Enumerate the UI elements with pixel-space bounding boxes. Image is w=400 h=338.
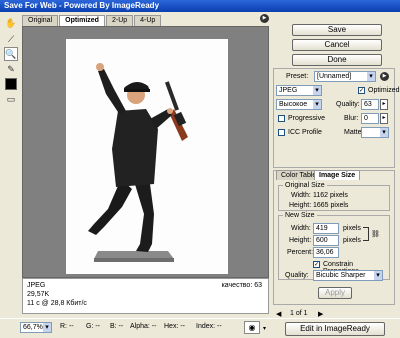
original-height-label: Height: bbox=[289, 202, 312, 209]
save-button[interactable]: Save bbox=[292, 24, 382, 36]
image-size-panel: Color Table Image Size Original Size Wid… bbox=[273, 170, 395, 305]
new-height-label: Height: bbox=[289, 237, 312, 244]
chain-link-icon: ⛓ bbox=[371, 231, 380, 238]
resample-quality-select[interactable]: Bicubic Sharper bbox=[313, 270, 383, 281]
progressive-label: Progressive bbox=[288, 115, 325, 122]
file-format-select[interactable]: JPEG bbox=[276, 85, 322, 96]
page-indicator: 1 of 1 bbox=[290, 310, 308, 317]
original-size-group: Original Size Width: 1162 pixels Height:… bbox=[278, 182, 390, 211]
tab-2-up[interactable]: 2-Up bbox=[105, 15, 134, 26]
quality-slider-arrow-icon[interactable]: ▸ bbox=[380, 99, 388, 110]
new-width-input[interactable]: 419 bbox=[313, 223, 339, 234]
prev-page-button[interactable]: ◀ bbox=[276, 310, 281, 318]
tab-original[interactable]: Original bbox=[22, 15, 59, 26]
compression-quality-select[interactable]: Высокое bbox=[276, 99, 322, 110]
original-width-label: Width: bbox=[291, 192, 311, 199]
status-red: R: -- bbox=[60, 323, 74, 330]
new-size-group: New Size Width: 419 pixels Height: 600 p… bbox=[278, 212, 390, 281]
quality-label: Quality: bbox=[336, 101, 360, 108]
blur-label: Blur: bbox=[344, 115, 359, 122]
soldier-figure-image bbox=[66, 39, 228, 274]
tab-optimized[interactable]: Optimized bbox=[59, 15, 105, 26]
zoom-level-select[interactable]: 66,7% bbox=[20, 322, 52, 333]
optimized-checkbox[interactable]: ✓ bbox=[358, 87, 365, 94]
hand-tool-icon[interactable]: ✋ bbox=[4, 16, 18, 30]
zoom-tool-icon[interactable]: 🔍 bbox=[4, 47, 18, 61]
info-download-time: 11 с @ 28,8 Кбит/с bbox=[27, 300, 87, 307]
new-height-unit: pixels bbox=[343, 237, 361, 244]
constrain-bracket bbox=[363, 227, 369, 241]
quality-input[interactable]: 63 bbox=[361, 99, 379, 110]
tab-image-size[interactable]: Image Size bbox=[314, 170, 361, 180]
status-hex: Hex: -- bbox=[164, 323, 185, 330]
new-size-title: New Size bbox=[283, 212, 317, 219]
percent-input[interactable]: 36,06 bbox=[313, 247, 339, 258]
preview-in-browser-icon[interactable]: ◉ bbox=[244, 321, 260, 334]
percent-label: Percent: bbox=[287, 249, 314, 256]
info-quality: качество: 63 bbox=[221, 282, 262, 289]
edit-in-imageready-button[interactable]: Edit in ImageReady bbox=[285, 322, 385, 336]
original-size-title: Original Size bbox=[283, 182, 327, 189]
optimization-info-panel: JPEG 29,57K 11 с @ 28,8 Кбит/с качество:… bbox=[22, 278, 269, 314]
preview-menu-icon[interactable]: ▶ bbox=[260, 14, 269, 23]
done-button[interactable]: Done bbox=[292, 54, 382, 66]
original-height-value: 1665 pixels bbox=[313, 202, 349, 209]
info-file-size: 29,57K bbox=[27, 291, 50, 298]
constrain-proportions-checkbox[interactable]: ✓ bbox=[313, 261, 320, 268]
status-alpha: Alpha: -- bbox=[130, 323, 157, 330]
progressive-checkbox[interactable] bbox=[278, 115, 285, 122]
resample-quality-label: Quality: bbox=[285, 272, 309, 279]
toggle-slices-visibility-icon[interactable]: ▭ bbox=[4, 92, 18, 106]
optimized-label: Optimized bbox=[368, 87, 400, 94]
status-blue: B: -- bbox=[110, 323, 124, 330]
blur-slider-arrow-icon[interactable]: ▸ bbox=[380, 113, 388, 124]
eyedropper-color-swatch[interactable] bbox=[5, 78, 17, 90]
icc-profile-label: ICC Profile bbox=[288, 129, 322, 136]
new-height-input[interactable]: 600 bbox=[313, 235, 339, 246]
apply-button[interactable]: Apply bbox=[318, 287, 352, 299]
eyedropper-tool-icon[interactable]: ✎ bbox=[4, 62, 18, 76]
new-width-unit: pixels bbox=[343, 225, 361, 232]
next-page-button[interactable]: ▶ bbox=[318, 310, 323, 318]
status-green: G: -- bbox=[86, 323, 100, 330]
new-width-label: Width: bbox=[291, 225, 311, 232]
browser-menu-arrow-icon[interactable]: ▾ bbox=[263, 325, 266, 332]
image-preview bbox=[66, 39, 228, 274]
tab-4-up[interactable]: 4-Up bbox=[134, 15, 162, 26]
icc-profile-checkbox[interactable] bbox=[278, 129, 285, 136]
preset-select[interactable]: [Unnamed] bbox=[314, 71, 376, 82]
preview-canvas[interactable] bbox=[22, 26, 269, 278]
matte-select[interactable] bbox=[361, 127, 389, 138]
window-title-bar: Save For Web - Powered By ImageReady bbox=[0, 0, 400, 12]
cancel-button[interactable]: Cancel bbox=[292, 39, 382, 51]
optimize-settings-panel: Preset: [Unnamed] ▶ JPEG ✓ Optimized Выс… bbox=[273, 68, 400, 168]
settings-menu-icon[interactable]: ▶ bbox=[380, 72, 389, 81]
blur-input[interactable]: 0 bbox=[361, 113, 379, 124]
preset-label: Preset: bbox=[286, 73, 309, 80]
original-width-value: 1162 pixels bbox=[313, 192, 348, 199]
window-title: Save For Web - Powered By ImageReady bbox=[4, 1, 160, 10]
status-index: Index: -- bbox=[196, 323, 222, 330]
slice-select-tool-icon[interactable]: ⟋ bbox=[4, 32, 18, 46]
view-tabs: Original Optimized 2-Up 4-Up bbox=[22, 15, 162, 26]
